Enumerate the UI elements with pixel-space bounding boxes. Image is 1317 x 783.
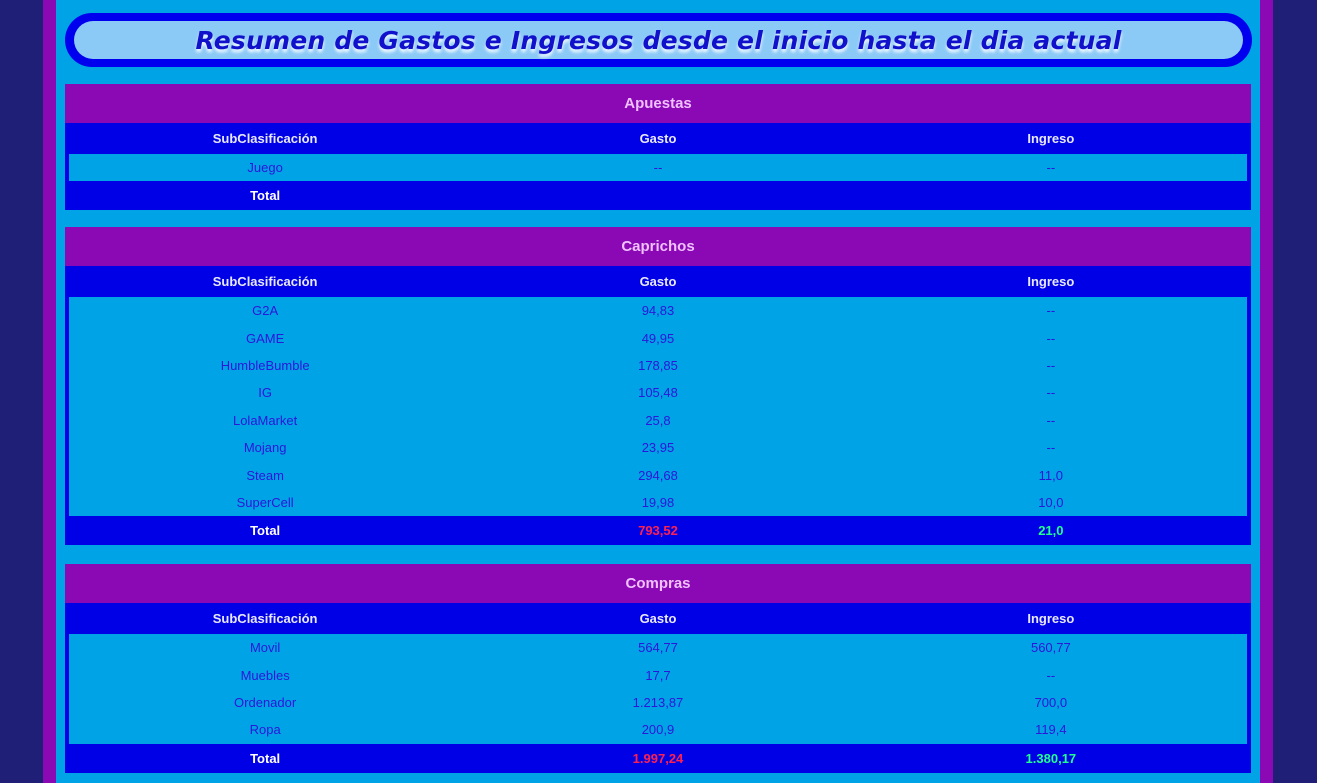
table-row: GAME 49,95 -- (69, 324, 1247, 352)
cell-gasto: 94,83 (461, 297, 855, 325)
cell-ingreso: -- (854, 379, 1247, 407)
cell-gasto: 17,7 (461, 661, 855, 689)
cell-subclasificacion: LolaMarket (69, 406, 462, 434)
cell-subclasificacion: Ropa (69, 716, 462, 744)
cell-gasto: 178,85 (461, 351, 855, 380)
table-row: LolaMarket 25,8 -- (69, 406, 1247, 434)
cell-gasto: 19,98 (461, 488, 855, 517)
cell-gasto: 23,95 (461, 433, 855, 462)
table-row: SuperCell 19,98 10,0 (69, 488, 1247, 517)
page-title: Resumen de Gastos e Ingresos desde el in… (195, 25, 1122, 55)
section-apuestas: Apuestas SubClasificación Gasto Ingreso … (65, 84, 1251, 211)
cell-gasto: 25,8 (461, 406, 855, 434)
table-row: G2A 94,83 -- (69, 297, 1247, 325)
cell-subclasificacion: GAME (69, 324, 462, 352)
column-header-gasto: Gasto (639, 274, 677, 289)
cell-gasto: 564,77 (461, 634, 855, 662)
cell-gasto: 200,9 (461, 716, 855, 744)
cell-ingreso: -- (854, 351, 1247, 380)
table-row: Movil 564,77 560,77 (69, 634, 1247, 662)
cell-ingreso: -- (854, 433, 1247, 462)
summary-table: SubClasificación Gasto Ingreso Movil 564… (69, 603, 1247, 773)
total-gasto (461, 181, 855, 211)
table-row: Ropa 200,9 119,4 (69, 716, 1247, 744)
table-row: Juego -- -- (69, 154, 1247, 182)
total-row: Total 793,52 21,0 (69, 516, 1247, 546)
column-header-ingreso: Ingreso (1027, 611, 1075, 626)
column-header-subclasificacion: SubClasificación (212, 611, 318, 626)
cell-subclasificacion: IG (69, 379, 462, 407)
section-title: Compras (65, 564, 1251, 603)
total-label: Total (69, 743, 462, 773)
total-label: Total (69, 516, 462, 546)
cell-ingreso: -- (854, 661, 1247, 689)
cell-subclasificacion: HumbleBumble (69, 351, 462, 380)
total-ingreso (854, 181, 1247, 211)
section-table-wrapper: SubClasificación Gasto Ingreso Movil 564… (65, 603, 1251, 773)
column-header-gasto: Gasto (639, 131, 677, 146)
total-label: Total (69, 181, 462, 211)
cell-ingreso: -- (854, 154, 1247, 182)
page-title-inner: Resumen de Gastos e Ingresos desde el in… (74, 21, 1243, 59)
cell-subclasificacion: Juego (69, 154, 462, 182)
total-gasto: 793,52 (461, 516, 855, 546)
cell-subclasificacion: Muebles (69, 661, 462, 689)
table-row: Ordenador 1.213,87 700,0 (69, 688, 1247, 717)
cell-subclasificacion: SuperCell (69, 488, 462, 517)
section-caprichos: Caprichos SubClasificación Gasto Ingreso… (65, 227, 1251, 546)
cell-ingreso: -- (854, 324, 1247, 352)
cell-gasto: 49,95 (461, 324, 855, 352)
column-header-ingreso: Ingreso (1027, 274, 1075, 289)
total-row: Total (69, 181, 1247, 211)
section-compras: Compras SubClasificación Gasto Ingreso M… (65, 564, 1251, 773)
cell-ingreso: 119,4 (854, 716, 1247, 744)
section-table-wrapper: SubClasificación Gasto Ingreso Juego -- … (65, 123, 1251, 211)
table-row: Mojang 23,95 -- (69, 433, 1247, 462)
cell-ingreso: -- (854, 406, 1247, 434)
cell-subclasificacion: Steam (69, 461, 462, 489)
column-header-subclasificacion: SubClasificación (212, 274, 318, 289)
section-title: Apuestas (65, 84, 1251, 123)
summary-table: SubClasificación Gasto Ingreso Juego -- … (69, 123, 1247, 211)
page-title-banner: Resumen de Gastos e Ingresos desde el in… (65, 13, 1252, 67)
total-row: Total 1.997,24 1.380,17 (69, 743, 1247, 773)
total-ingreso: 1.380,17 (854, 743, 1247, 773)
table-row: HumbleBumble 178,85 -- (69, 351, 1247, 380)
table-row: IG 105,48 -- (69, 379, 1247, 407)
cell-gasto: 294,68 (461, 461, 855, 489)
cell-subclasificacion: Ordenador (69, 688, 462, 717)
cell-gasto: 105,48 (461, 379, 855, 407)
cell-ingreso: 700,0 (854, 688, 1247, 717)
section-table-wrapper: SubClasificación Gasto Ingreso G2A 94,83… (65, 266, 1251, 546)
cell-gasto: 1.213,87 (461, 688, 855, 717)
cell-gasto: -- (461, 154, 855, 182)
cell-subclasificacion: Mojang (69, 433, 462, 462)
total-ingreso: 21,0 (854, 516, 1247, 546)
column-header-subclasificacion: SubClasificación (212, 131, 318, 146)
cell-subclasificacion: G2A (69, 297, 462, 325)
section-title: Caprichos (65, 227, 1251, 266)
table-row: Steam 294,68 11,0 (69, 461, 1247, 489)
cell-ingreso: 11,0 (854, 461, 1247, 489)
column-header-ingreso: Ingreso (1027, 131, 1075, 146)
cell-ingreso: -- (854, 297, 1247, 325)
cell-subclasificacion: Movil (69, 634, 462, 662)
main-content: Resumen de Gastos e Ingresos desde el in… (56, 0, 1260, 783)
summary-table: SubClasificación Gasto Ingreso G2A 94,83… (69, 266, 1247, 546)
total-gasto: 1.997,24 (461, 743, 855, 773)
cell-ingreso: 10,0 (854, 488, 1247, 517)
table-row: Muebles 17,7 -- (69, 661, 1247, 689)
column-header-gasto: Gasto (639, 611, 677, 626)
cell-ingreso: 560,77 (854, 634, 1247, 662)
